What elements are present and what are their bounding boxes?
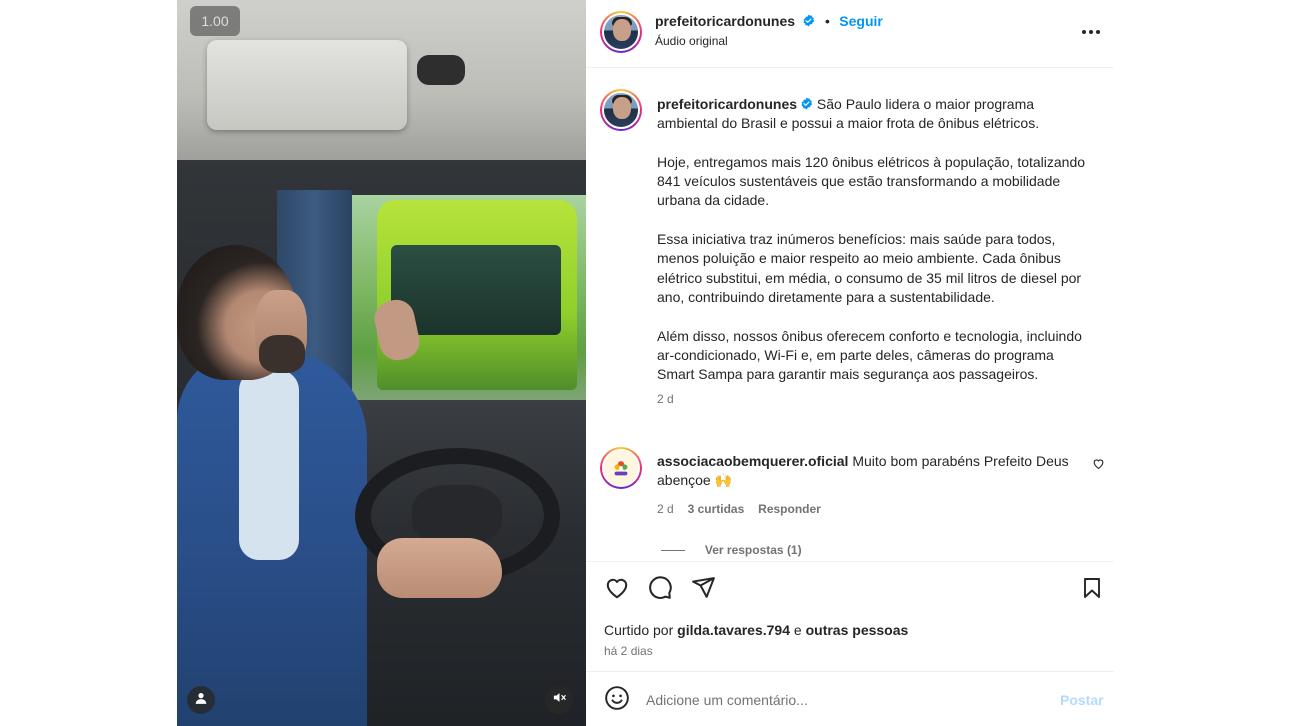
caption-paragraph: Além disso, nossos ônibus oferecem confo… bbox=[657, 327, 1082, 383]
comment-item: associacaobemquerer.oficial Muito bom pa… bbox=[657, 452, 1077, 560]
reply-button[interactable]: Responder bbox=[758, 502, 821, 516]
steering-hub bbox=[412, 485, 502, 545]
caption-username[interactable]: prefeitoricardonunes bbox=[657, 96, 797, 112]
post-caption: prefeitoricardonunes São Paulo lidera o … bbox=[657, 95, 1087, 410]
audio-link[interactable]: Áudio original bbox=[655, 34, 728, 48]
replies-line bbox=[661, 549, 685, 551]
user-icon bbox=[194, 691, 208, 710]
post-date[interactable]: há 2 dias bbox=[604, 644, 653, 658]
overhead-speaker bbox=[417, 55, 465, 85]
separator-dot: • bbox=[824, 13, 830, 29]
save-button[interactable] bbox=[1078, 576, 1106, 604]
like-button[interactable] bbox=[603, 576, 631, 604]
add-comment-bar: Postar bbox=[586, 671, 1114, 726]
share-button[interactable] bbox=[689, 576, 717, 604]
post-header: prefeitoricardonunes • Seguir Áudio orig… bbox=[586, 0, 1114, 68]
author-avatar[interactable] bbox=[600, 11, 642, 53]
flower-logo-icon bbox=[614, 461, 628, 476]
author-username[interactable]: prefeitoricardonunes bbox=[655, 13, 795, 29]
person-hand bbox=[377, 538, 502, 598]
caption-author-avatar[interactable] bbox=[600, 89, 642, 131]
post-actions: Curtido por gilda.tavares.794 e outras p… bbox=[586, 561, 1114, 671]
more-options-button[interactable] bbox=[1077, 17, 1105, 45]
playback-speed-badge[interactable]: 1.00 bbox=[190, 6, 240, 36]
caption-paragraph: Hoje, entregamos mais 120 ônibus elétric… bbox=[657, 153, 1086, 209]
view-replies-button[interactable]: Ver respostas (1) bbox=[705, 543, 802, 557]
follow-button[interactable]: Seguir bbox=[839, 13, 883, 29]
verified-badge-icon bbox=[799, 13, 819, 30]
liked-by-user[interactable]: gilda.tavares.794 bbox=[677, 622, 790, 638]
comment-like-button[interactable] bbox=[1084, 452, 1112, 480]
send-paper-plane-icon bbox=[691, 575, 716, 605]
comment-likes[interactable]: 3 curtidas bbox=[688, 502, 745, 516]
heart-icon bbox=[604, 575, 630, 606]
person-beard bbox=[259, 335, 305, 373]
commenter-avatar[interactable] bbox=[600, 447, 642, 489]
verified-badge-icon bbox=[797, 96, 813, 112]
emoji-smile-icon bbox=[604, 685, 630, 716]
speaker-muted-icon bbox=[552, 690, 567, 710]
liked-by-others[interactable]: outras pessoas bbox=[806, 622, 909, 638]
post-panel: prefeitoricardonunes • Seguir Áudio orig… bbox=[586, 0, 1114, 726]
commenter-username[interactable]: associacaobemquerer.oficial bbox=[657, 453, 848, 469]
caption-paragraph: Essa iniciativa traz inúmeros benefícios… bbox=[657, 231, 1082, 305]
post-comment-button[interactable]: Postar bbox=[1060, 692, 1104, 708]
green-bus-window bbox=[391, 245, 561, 335]
tagged-users-button[interactable] bbox=[187, 686, 215, 714]
emoji-button[interactable] bbox=[603, 685, 631, 716]
comment-button[interactable] bbox=[646, 575, 674, 606]
likes-summary: Curtido por gilda.tavares.794 e outras p… bbox=[604, 622, 908, 638]
mute-button[interactable] bbox=[545, 686, 573, 714]
liked-by-prefix: Curtido por bbox=[604, 622, 674, 638]
bookmark-icon bbox=[1080, 576, 1104, 605]
heart-icon bbox=[1092, 457, 1105, 475]
person-shirt bbox=[239, 370, 299, 560]
comment-input[interactable] bbox=[646, 689, 1036, 711]
comment-bubble-icon bbox=[647, 575, 673, 606]
caption-timestamp[interactable]: 2 d bbox=[657, 390, 1087, 409]
post-video[interactable]: 1.00 bbox=[177, 0, 586, 726]
more-horizontal-icon bbox=[1081, 22, 1101, 40]
comment-timestamp[interactable]: 2 d bbox=[657, 502, 674, 516]
overhead-console bbox=[207, 40, 407, 130]
liked-by-conj: e bbox=[793, 622, 802, 638]
